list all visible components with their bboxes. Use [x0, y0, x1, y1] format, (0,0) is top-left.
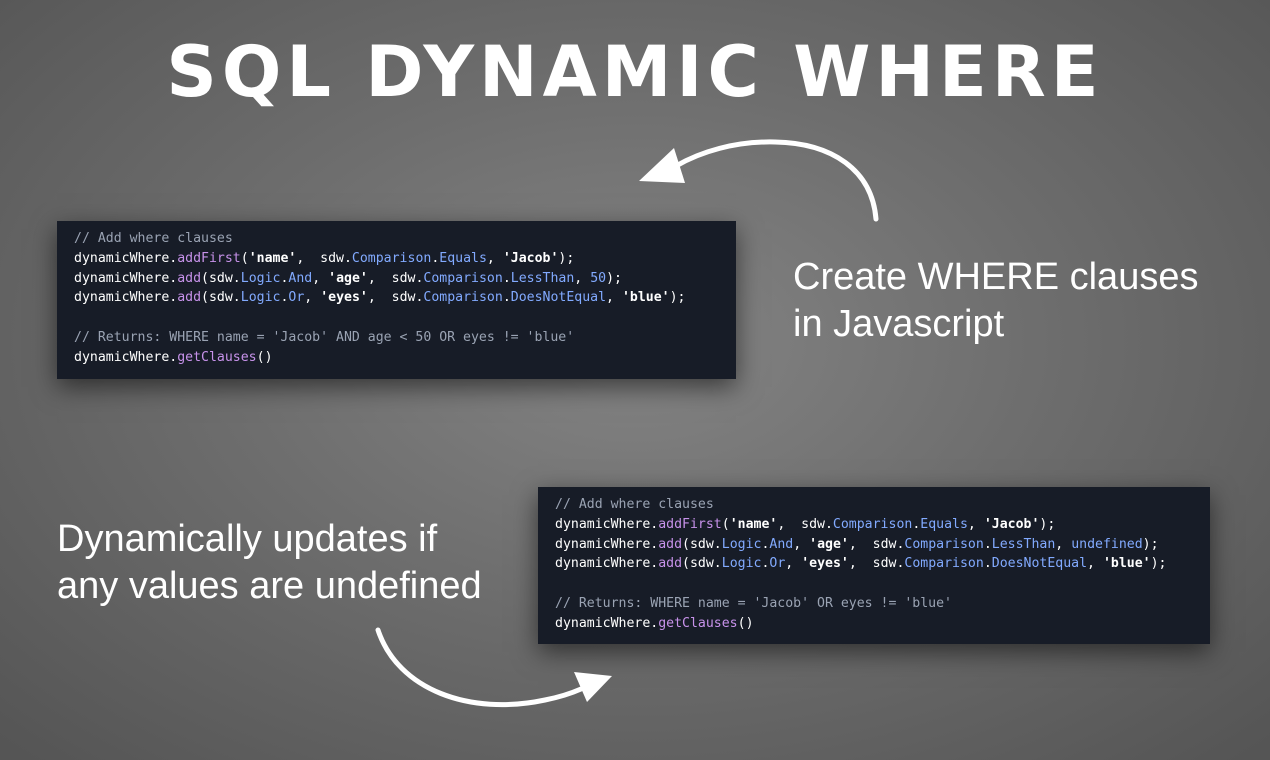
curved-arrow-bottom-icon [375, 627, 612, 708]
curved-arrows [375, 139, 879, 708]
curved-arrow-top-icon [639, 139, 879, 222]
